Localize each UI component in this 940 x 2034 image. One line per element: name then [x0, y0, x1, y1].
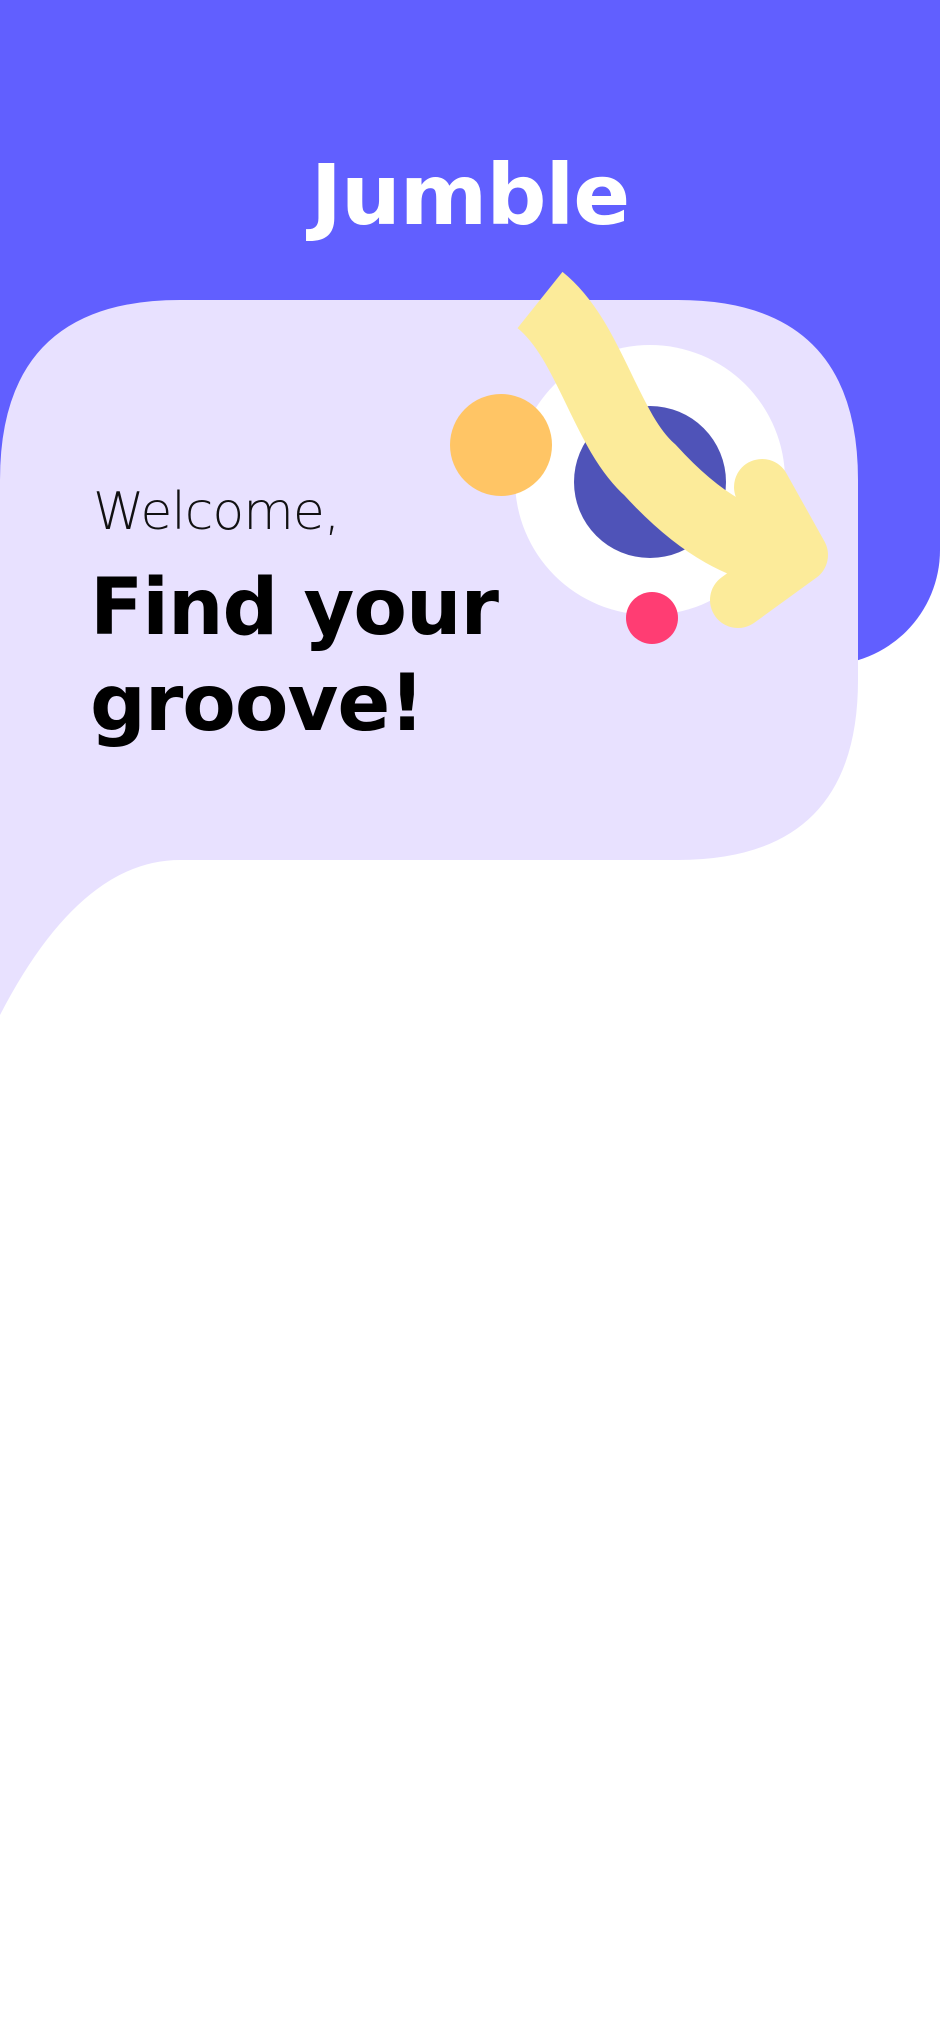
abstract-arrow-circles-illustration	[450, 271, 828, 644]
welcome-screen: Jumble Welcome, Find your groove!	[0, 0, 940, 2034]
illustration-orange-dot	[450, 394, 552, 496]
illustration-pink-dot	[626, 592, 678, 644]
